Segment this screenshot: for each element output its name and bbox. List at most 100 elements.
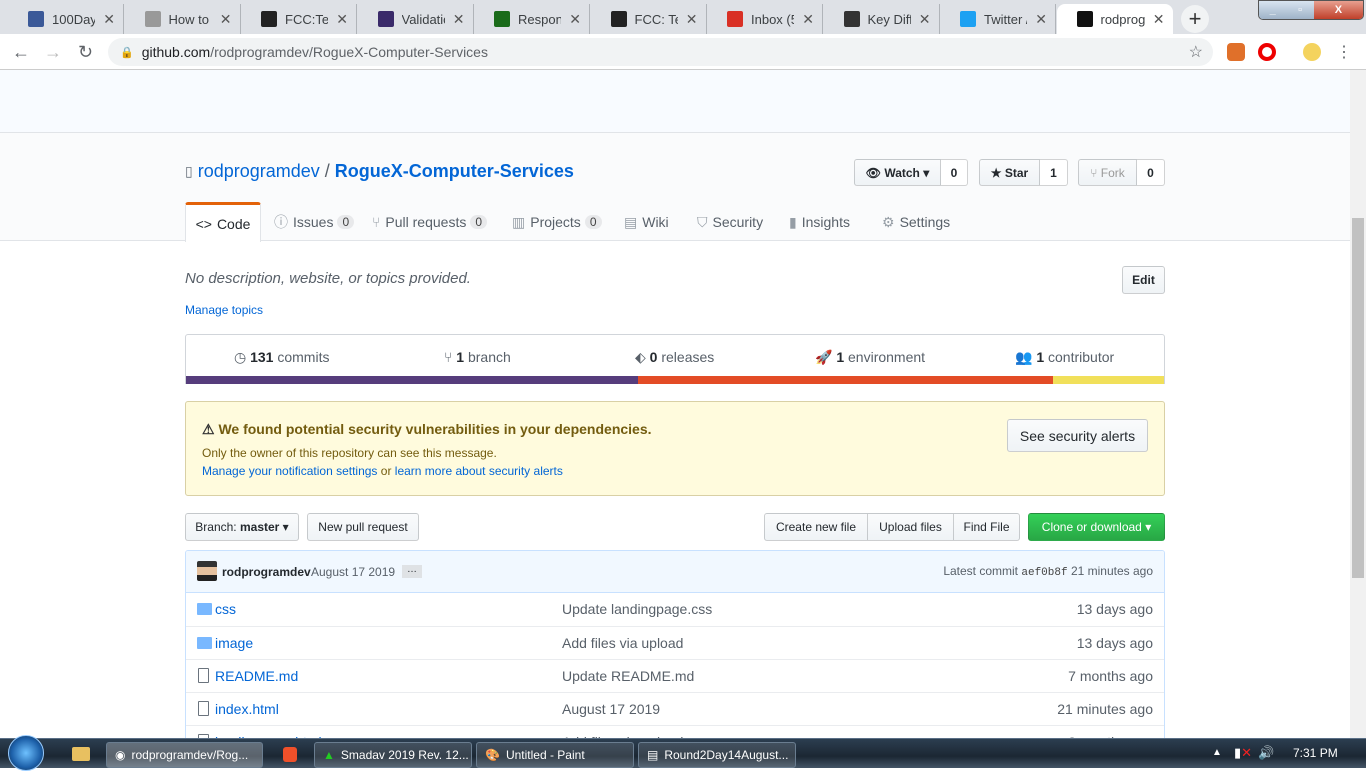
minimize-button[interactable]: _ xyxy=(1259,1,1287,19)
commit-sha[interactable]: aef0b8f xyxy=(1021,567,1067,579)
volume-icon[interactable]: 🔊 xyxy=(1258,745,1274,761)
taskbar-chrome[interactable]: ◉ rodprogramdev/Rog... xyxy=(106,742,263,768)
taskbar-notepad[interactable]: ▤ Round2Day14August... xyxy=(638,742,796,768)
explorer-icon[interactable] xyxy=(72,747,90,761)
browser-tab[interactable]: FCC:Techn ✕ xyxy=(241,4,357,34)
star-button[interactable]: ★ Star xyxy=(979,159,1040,186)
brave-icon[interactable] xyxy=(283,747,297,762)
tab-projects[interactable]: ▥ Projects 0 xyxy=(512,203,602,241)
facebook-icon xyxy=(28,11,44,27)
learn-more-link[interactable]: learn more about security alerts xyxy=(395,464,563,478)
show-hidden-icons[interactable]: ▲ xyxy=(1212,747,1222,758)
file-commit-message[interactable]: Update README.md xyxy=(562,668,694,684)
browser-tab[interactable]: 100DaysO ✕ xyxy=(8,4,124,34)
tab-settings[interactable]: ⚙ Settings xyxy=(882,203,950,241)
releases-link[interactable]: ⬖ 0 releases xyxy=(635,349,714,366)
close-window-button[interactable]: X xyxy=(1313,1,1363,19)
fork-button[interactable]: ⑂ Fork xyxy=(1078,159,1137,186)
close-tab-icon[interactable]: ✕ xyxy=(1153,11,1165,28)
browser-tab[interactable]: rodprogra ✕ xyxy=(1056,4,1173,34)
new-tab-button[interactable]: + xyxy=(1181,5,1209,33)
file-name-link[interactable]: README.md xyxy=(215,668,298,684)
close-tab-icon[interactable]: ✕ xyxy=(103,11,115,28)
project-icon: ▥ xyxy=(512,213,526,230)
language-segment[interactable] xyxy=(637,376,1053,384)
close-tab-icon[interactable]: ✕ xyxy=(569,11,581,28)
edit-button[interactable]: Edit xyxy=(1122,266,1165,294)
file-name-link[interactable]: index.html xyxy=(215,701,279,717)
browser-tab[interactable]: Validation ✕ xyxy=(358,4,474,34)
file-commit-message[interactable]: Add files via upload xyxy=(562,635,683,651)
see-security-alerts-button[interactable]: See security alerts xyxy=(1007,419,1148,452)
file-name-link[interactable]: css xyxy=(215,601,236,617)
browser-tab[interactable]: Responsiv ✕ xyxy=(474,4,590,34)
environments-link[interactable]: 🚀 1 environment xyxy=(815,349,925,366)
network-icon[interactable]: ▮✕ xyxy=(1234,745,1252,761)
commit-author[interactable]: rodprogramdev xyxy=(222,565,311,579)
close-tab-icon[interactable]: ✕ xyxy=(453,11,465,28)
shield-extension-icon[interactable] xyxy=(1227,43,1245,61)
tab-insights[interactable]: ▮ Insights xyxy=(789,203,850,241)
back-icon[interactable]: ← xyxy=(12,42,30,63)
code-icon: <> xyxy=(195,215,212,232)
star-count[interactable]: 1 xyxy=(1040,159,1068,186)
upload-files-button[interactable]: Upload files xyxy=(867,513,954,541)
start-button[interactable] xyxy=(8,735,44,771)
find-file-button[interactable]: Find File xyxy=(953,513,1020,541)
menu-icon[interactable]: ⋮ xyxy=(1336,42,1352,62)
fork-count[interactable]: 0 xyxy=(1137,159,1165,186)
avatar[interactable] xyxy=(197,561,217,581)
close-tab-icon[interactable]: ✕ xyxy=(686,11,698,28)
file-commit-message[interactable]: Update landingpage.css xyxy=(562,601,712,617)
forward-icon[interactable]: → xyxy=(44,42,62,63)
close-tab-icon[interactable]: ✕ xyxy=(220,11,232,28)
tab-issues[interactable]: ⓘ Issues 0 xyxy=(274,203,355,241)
browser-tab[interactable]: How to St ✕ xyxy=(125,4,241,34)
manage-topics-link[interactable]: Manage topics xyxy=(185,303,263,317)
browser-tab[interactable]: Key Differ ✕ xyxy=(824,4,940,34)
bookmark-star-icon[interactable]: ☆ xyxy=(1189,42,1203,62)
new-pull-request-button[interactable]: New pull request xyxy=(307,513,419,541)
language-segment[interactable] xyxy=(186,376,638,384)
expand-commit-button[interactable]: … xyxy=(402,565,422,578)
windmill-extension-icon[interactable] xyxy=(1303,43,1321,61)
repo-name-link[interactable]: RogueX-Computer-Services xyxy=(335,161,574,182)
scrollbar-thumb[interactable] xyxy=(1352,218,1364,578)
file-name-link[interactable]: image xyxy=(215,635,253,651)
file-commit-message[interactable]: August 17 2019 xyxy=(562,701,660,717)
repo-owner-link[interactable]: rodprogramdev xyxy=(198,161,320,182)
tab-code[interactable]: <> Code xyxy=(185,202,261,242)
commits-link[interactable]: ◷ 131 commits xyxy=(234,349,329,366)
create-new-file-button[interactable]: Create new file xyxy=(764,513,868,541)
taskbar-paint[interactable]: 🎨 Untitled - Paint xyxy=(476,742,634,768)
scrollbar[interactable] xyxy=(1350,70,1366,738)
clone-download-button[interactable]: Clone or download ▾ xyxy=(1028,513,1165,541)
browser-tab[interactable]: Inbox (55 ✕ xyxy=(707,4,823,34)
commit-message[interactable]: August 17 2019 xyxy=(311,565,395,579)
history-icon: ◷ xyxy=(234,349,251,365)
tab-security[interactable]: ⛉ Security xyxy=(697,203,763,241)
url-bar[interactable]: 🔒 github.com/rodprogramdev/RogueX-Comput… xyxy=(108,38,1213,66)
tab-wiki[interactable]: ▤ Wiki xyxy=(624,203,669,241)
watch-count[interactable]: 0 xyxy=(941,159,968,186)
opera-extension-icon[interactable] xyxy=(1258,43,1276,61)
language-bar[interactable] xyxy=(186,376,1164,384)
browser-tab[interactable]: Twitter / ✕ xyxy=(940,4,1056,34)
browser-tab[interactable]: FCC: Tech ✕ xyxy=(591,4,707,34)
reload-icon[interactable]: ↻ xyxy=(78,42,93,63)
watch-button[interactable]: 👁 Watch ▾ xyxy=(854,159,941,186)
branch-select[interactable]: Branch: master ▾ xyxy=(185,513,299,541)
maximize-button[interactable]: ▫ xyxy=(1286,1,1314,19)
close-tab-icon[interactable]: ✕ xyxy=(1035,11,1047,28)
file-age: 7 months ago xyxy=(1068,668,1153,684)
close-tab-icon[interactable]: ✕ xyxy=(336,11,348,28)
close-tab-icon[interactable]: ✕ xyxy=(802,11,814,28)
branches-link[interactable]: ⑂ 1 branch xyxy=(444,349,511,365)
contributors-link[interactable]: 👥 1 contributor xyxy=(1015,349,1114,366)
tab-pull-requests[interactable]: ⑂ Pull requests 0 xyxy=(372,203,488,241)
language-segment[interactable] xyxy=(1052,376,1164,384)
taskbar-smadav[interactable]: ▲ Smadav 2019 Rev. 12... xyxy=(314,742,472,768)
close-tab-icon[interactable]: ✕ xyxy=(919,11,931,28)
notification-settings-link[interactable]: Manage your notification settings xyxy=(202,464,377,478)
clock[interactable]: 7:31 PM xyxy=(1293,746,1338,760)
